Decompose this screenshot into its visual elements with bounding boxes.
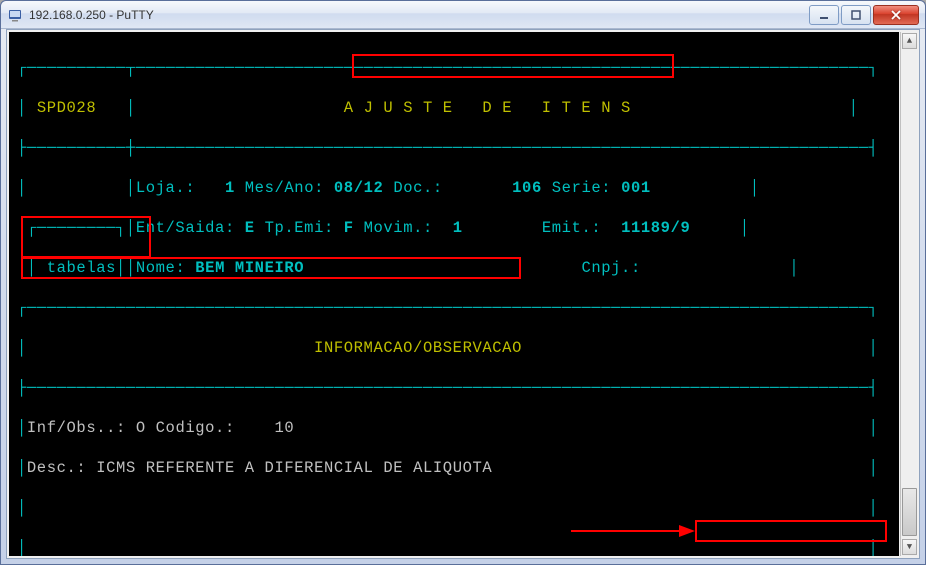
serie-value: 001 [621,179,651,197]
scroll-thumb[interactable] [902,488,917,536]
nome-label: Nome: [136,259,186,277]
entsaida-value: E [245,219,255,237]
minimize-button[interactable] [809,5,839,25]
emit-value: 11189/9 [621,219,690,237]
desc-value: ICMS REFERENTE A DIFERENCIAL DE ALIQUOTA [96,459,492,477]
infobs-value[interactable]: O [136,419,146,437]
maximize-button[interactable] [841,5,871,25]
doc-value: 106 [512,179,542,197]
entsaida-label: Ent/Saida: [136,219,235,237]
putty-icon [7,7,23,23]
screen-title: A J U S T E D E I T E N S [344,99,631,117]
desc-label: Desc.: [27,459,86,477]
emit-label: Emit.: [542,219,601,237]
close-button[interactable] [873,5,919,25]
mesano-label: Mes/Ano: [245,179,324,197]
nome-value: BEM MINEIRO [195,259,304,277]
infobs-label: Inf/Obs..: [27,419,126,437]
cnpj-label: Cnpj.: [581,259,640,277]
tpemi-label: Tp.Emi: [265,219,334,237]
terminal[interactable]: ┌──────────┬────────────────────────────… [9,32,899,556]
serie-label: Serie: [552,179,611,197]
scroll-up-button[interactable]: ▲ [902,33,917,49]
section-title: INFORMACAO/OBSERVACAO [314,339,522,357]
movim-label: Movim.: [364,219,433,237]
loja-value: 1 [225,179,235,197]
codigo-value[interactable]: 10 [274,419,294,437]
tpemi-value: F [344,219,354,237]
window-title: 192.168.0.250 - PuTTY [29,8,807,22]
scroll-down-button[interactable]: ▼ [902,539,917,555]
scrollbar[interactable]: ▲ ▼ [900,32,917,556]
loja-label: Loja.: [136,179,195,197]
putty-window: 192.168.0.250 - PuTTY ┌──────────┬──────… [0,0,926,565]
tab-tabelas[interactable]: tabelas [47,259,116,277]
terminal-frame: ┌──────────┬────────────────────────────… [6,29,920,559]
codigo-label: Codigo.: [156,419,235,437]
doc-label: Doc.: [393,179,443,197]
movim-value: 1 [453,219,463,237]
titlebar[interactable]: 192.168.0.250 - PuTTY [1,1,925,29]
mesano-value: 08/12 [334,179,384,197]
screen-code: SPD028 [37,99,96,117]
